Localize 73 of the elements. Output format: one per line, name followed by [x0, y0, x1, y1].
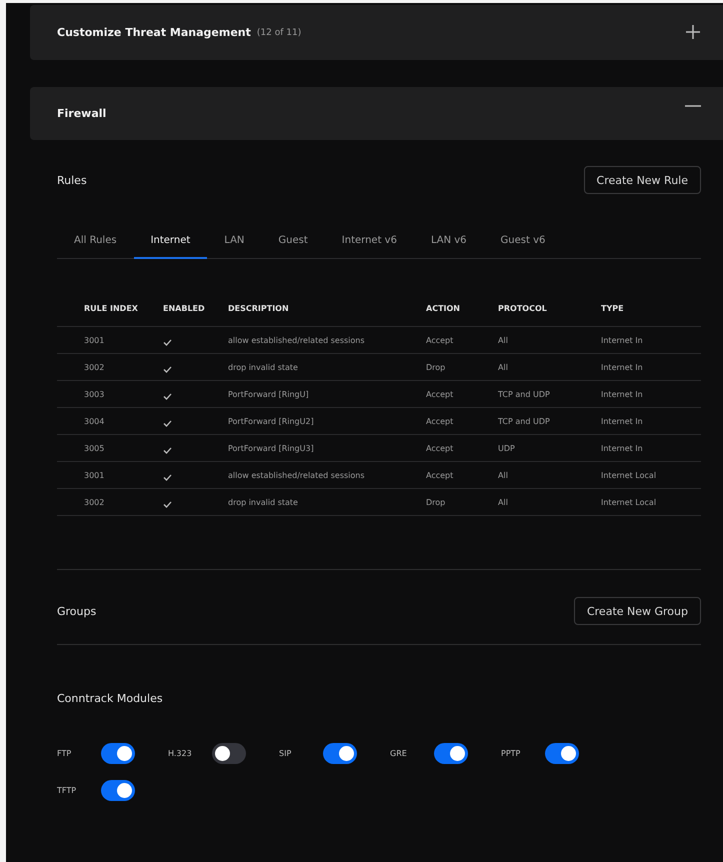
- toggle-switch[interactable]: [434, 743, 468, 764]
- section-header[interactable]: Firewall: [30, 87, 723, 140]
- table-cell-text: Drop: [426, 498, 446, 506]
- section-title: Firewall: [57, 107, 106, 120]
- toggle-switch[interactable]: [545, 743, 579, 764]
- module-label: H.323: [168, 749, 193, 758]
- module-label: SIP: [279, 749, 292, 758]
- column-header: PROTOCOL: [498, 304, 548, 313]
- tab[interactable]: Internet v6: [324, 223, 414, 259]
- section-header[interactable]: Customize Threat Management (12 of 11): [30, 5, 723, 60]
- table-cell-text: TCP and UDP: [498, 390, 551, 398]
- module-label: PPTP: [501, 749, 522, 758]
- minus-icon: [685, 104, 701, 106]
- table-cell-text: Internet In: [601, 336, 644, 344]
- table-cell-text: UDP: [498, 444, 516, 452]
- table-cell-text: Accept: [426, 470, 454, 480]
- table-cell-text: Accept: [426, 390, 454, 398]
- create-group-button[interactable]: Create New Group: [574, 597, 701, 625]
- table-cell-text: drop invalid state: [228, 498, 299, 506]
- table-cell-text: allow established/related sessions: [228, 336, 366, 344]
- table-cell-text: Internet In: [601, 390, 644, 398]
- toggle-switch[interactable]: [101, 780, 135, 801]
- plus-icon: [685, 24, 701, 40]
- table-cell-text: All: [498, 362, 509, 372]
- table-cell-text: drop invalid state: [228, 362, 299, 372]
- table-cell-text: allow established/related sessions: [228, 470, 366, 480]
- tab[interactable]: Internet: [134, 223, 208, 259]
- table-cell-text: 3002: [84, 362, 106, 372]
- create-rule-button[interactable]: Create New Rule: [584, 166, 701, 194]
- tab[interactable]: LAN v6: [414, 223, 484, 259]
- module-label: GRE: [390, 749, 408, 758]
- column-header: RULE INDEX: [84, 304, 139, 313]
- table-cell-text: Drop: [426, 362, 446, 372]
- module-label: TFTP: [57, 786, 78, 795]
- table-cell-text: 3004: [84, 416, 106, 426]
- table-cell-text: Accept: [426, 444, 454, 452]
- table-cell-text: Internet In: [601, 416, 644, 426]
- toggle-switch[interactable]: [101, 743, 135, 764]
- tab[interactable]: Guest v6: [484, 223, 562, 259]
- column-header: DESCRIPTION: [228, 304, 290, 313]
- toggle-switch[interactable]: [323, 743, 357, 764]
- table-cell-text: Internet In: [601, 444, 644, 452]
- table-cell-text: Accept: [426, 336, 454, 344]
- tab[interactable]: LAN: [207, 223, 262, 259]
- table-cell-text: Internet Local: [601, 470, 658, 480]
- rules-heading: Rules: [57, 174, 87, 186]
- groups-heading: Groups: [57, 604, 96, 618]
- column-header: TYPE: [601, 304, 625, 313]
- expand-button[interactable]: [685, 24, 703, 42]
- table-cell-text: All: [498, 470, 509, 480]
- table-cell-text: All: [498, 498, 509, 506]
- table-cell-text: PortForward [RingU2]: [228, 416, 315, 426]
- table-cell-text: PortForward [RingU3]: [228, 444, 315, 452]
- column-header: ENABLED: [163, 304, 206, 313]
- toggle-switch[interactable]: [212, 743, 246, 764]
- table-cell-text: 3001: [84, 336, 106, 344]
- table-cell-text: 3005: [84, 444, 106, 452]
- table-cell-text: Accept: [426, 416, 454, 426]
- table-cell-text: All: [498, 336, 509, 344]
- tab[interactable]: Guest: [261, 223, 325, 259]
- column-header: ACTION: [426, 304, 461, 313]
- section-title: Customize Threat Management: [57, 26, 251, 39]
- section-count: (12 of 11): [256, 28, 302, 38]
- table-cell-text: TCP and UDP: [498, 416, 551, 426]
- table-cell-text: PortForward [RingU]: [228, 390, 310, 398]
- table-cell-text: Internet In: [601, 362, 644, 372]
- module-label: FTP: [57, 749, 72, 758]
- conntrack-heading: Conntrack Modules: [57, 692, 163, 704]
- table-cell-text: 3002: [84, 498, 106, 506]
- table-cell-text: Internet Local: [601, 498, 658, 506]
- tab[interactable]: All Rules: [57, 223, 134, 259]
- table-cell-text: 3003: [84, 390, 106, 398]
- table-cell-text: 3001: [84, 470, 106, 480]
